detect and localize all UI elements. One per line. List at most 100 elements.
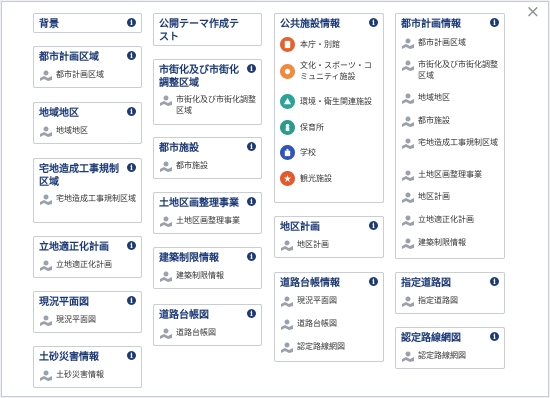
map-layer-icon [402,296,414,307]
info-icon[interactable]: i [127,107,136,116]
map-layer-icon [40,370,52,381]
card-title: 指定道路図 [401,278,451,289]
card-toshi-kuiki[interactable]: 都市計画区域 i 都市計画区域 [33,46,142,88]
facility-label: 観光施設 [300,174,332,183]
card-koukyou[interactable]: 公共施設情報 i 本庁・別館 文化・スポーツ・コミュニティ施設 環境・衛生関連施… [274,13,384,203]
card-shitei-douro[interactable]: 指定道路図 i 指定道路図 [395,272,505,314]
card-shigaika[interactable]: 市街化及び市街化調整区域 i 市街化及び市街化調整区域 [153,59,262,125]
facility-item[interactable]: 環境・衛生関連施設 [280,94,378,109]
layer-item-label: 土砂災害情報 [56,370,104,379]
map-layer-icon [402,38,414,49]
layer-item[interactable]: 都市施設 [159,160,256,174]
facility-item[interactable]: 本庁・別館 [280,37,378,52]
facility-label: 保育所 [300,123,324,132]
info-icon[interactable]: i [127,241,136,250]
card-koukai-test[interactable]: 公開テーマ作成テスト [153,13,262,46]
card-haikei[interactable]: 背景 i [33,13,142,33]
layer-item[interactable]: 認定路線網図 [401,350,499,364]
card-douro-joho[interactable]: 道路台帳情報 i 現況平面図 道路台帳図 認定路線網図 [274,272,384,362]
card-toshi-shisetsu[interactable]: 都市施設 i 都市施設 [153,137,262,179]
layer-item[interactable]: 現況平面図 [39,314,136,328]
layer-item-label: 土地区画整理事業 [176,216,240,225]
layer-item[interactable]: 指定道路図 [401,295,499,309]
layer-item[interactable]: 道路台帳図 [280,318,378,332]
info-icon[interactable]: i [247,64,256,73]
card-title: 道路台帳図 [159,310,209,321]
layer-item-label: 都市計画区域 [56,70,104,79]
layer-item[interactable]: 宅地造成工事規制区域 [401,137,499,163]
card-nintei-rosen[interactable]: 認定路線網図 i 認定路線網図 [395,327,505,369]
card-title: 認定路線網図 [401,333,461,344]
card-kenchiku[interactable]: 建築制限情報 i 建築制限情報 [153,247,262,289]
card-title: 背景 [39,19,59,30]
layer-item[interactable]: 都市計画区域 [401,37,499,51]
map-layer-icon [281,342,293,353]
facility-label: 環境・衛生関連施設 [300,97,372,106]
card-dosha[interactable]: 土砂災害情報 i 土砂災害情報 [33,346,142,388]
layer-item[interactable]: 都市施設 [401,115,499,129]
info-icon[interactable]: i [490,18,499,27]
layer-item[interactable]: 市街化及び市街化調整区域 [159,94,256,120]
card-genkyo[interactable]: 現況平面図 i 現況平面図 [33,291,142,333]
layer-item[interactable]: 現況平面図 [280,295,378,309]
info-icon[interactable]: i [369,18,378,27]
close-icon[interactable]: × [526,3,540,21]
school-icon [280,145,295,160]
info-icon[interactable]: i [490,332,499,341]
info-icon[interactable]: i [127,351,136,360]
facility-item[interactable]: 観光施設 [280,171,378,186]
info-icon[interactable]: i [490,277,499,286]
layer-item[interactable]: 土地区画整理事業 [159,215,256,229]
layer-item[interactable]: 立地適正化計画 [401,214,499,228]
facility-item[interactable]: 学校 [280,145,378,160]
card-toshi-joho[interactable]: 都市計画情報 i 都市計画区域 市街化及び市街化調整区域 地域地区 都市施設 宅… [395,13,505,259]
map-layer-icon [160,216,172,227]
card-douro-daicho[interactable]: 道路台帳図 i 道路台帳図 [153,304,262,346]
layer-item[interactable]: 道路台帳図 [159,327,256,341]
facility-item[interactable]: 保育所 [280,120,378,135]
card-takuchi[interactable]: 宅地造成工事規制区域 i 宅地造成工事規制区域 [33,158,142,223]
map-layer-icon [402,138,414,149]
layer-item[interactable]: 建築制限情報 [401,237,499,251]
layer-item[interactable]: 地区計画 [401,191,499,205]
info-icon[interactable]: i [369,277,378,286]
layer-item[interactable]: 地域地区 [39,125,136,139]
info-icon[interactable]: i [247,252,256,261]
info-icon[interactable]: i [369,221,378,230]
map-layer-icon [40,70,52,81]
layer-item[interactable]: 地区計画 [280,239,378,253]
info-icon[interactable]: i [127,163,136,172]
facility-label: 本庁・別館 [300,40,340,49]
layer-item[interactable]: 宅地造成工事規制区域 [39,193,136,219]
layer-item[interactable]: 土砂災害情報 [39,369,136,383]
layer-item[interactable]: 市街化及び市街化調整区域 [401,59,499,85]
card-title: 都市施設 [159,143,199,154]
facility-item[interactable]: 文化・スポーツ・コミュニティ施設 [280,60,378,82]
layer-item[interactable]: 土地区画整理事業 [401,169,499,183]
info-icon[interactable]: i [127,296,136,305]
card-ritteki[interactable]: 立地適正化計画 i 立地適正化計画 [33,236,142,278]
layer-item-label: 認定路線網図 [297,342,345,351]
card-kukaku[interactable]: 土地区画整理事業 i 土地区画整理事業 [153,192,262,234]
map-layer-icon [281,240,293,251]
facility-label: 学校 [300,148,316,157]
layer-item-label: 地域地区 [56,126,88,135]
info-icon[interactable]: i [247,197,256,206]
culture-icon [280,63,295,79]
layer-item[interactable]: 建築制限情報 [159,270,256,284]
info-icon[interactable]: i [247,309,256,318]
layer-item[interactable]: 立地適正化計画 [39,259,136,273]
map-layer-icon [281,319,293,330]
card-title: 都市計画区域 [39,52,99,63]
info-icon[interactable]: i [127,18,136,27]
map-layer-icon [40,260,52,271]
layer-item-label: 建築制限情報 [418,238,466,247]
card-chiiki-chiku[interactable]: 地域地区 i 地域地区 [33,102,142,144]
layer-item[interactable]: 認定路線網図 [280,341,378,355]
layer-item[interactable]: 地域地区 [401,92,499,106]
card-chiku-keikaku[interactable]: 地区計画 i 地区計画 [274,216,384,258]
layer-item-label: 都市施設 [176,161,208,170]
layer-item[interactable]: 都市計画区域 [39,69,136,83]
info-icon[interactable]: i [127,51,136,60]
info-icon[interactable]: i [247,142,256,151]
